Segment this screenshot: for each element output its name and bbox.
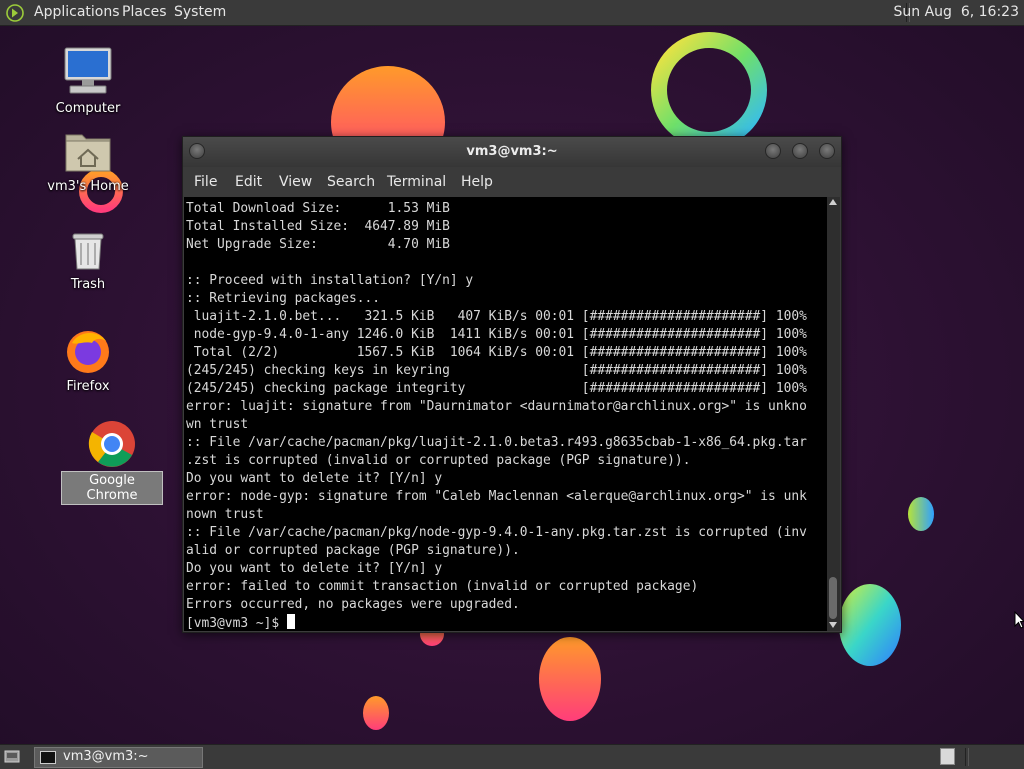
text-cursor	[286, 614, 295, 629]
menu-file[interactable]: File	[194, 174, 217, 190]
menu-view[interactable]: View	[279, 174, 312, 190]
scroll-up-arrow-icon[interactable]	[829, 199, 837, 205]
minimize-button[interactable]	[765, 143, 781, 159]
menu-terminal[interactable]: Terminal	[387, 174, 446, 190]
terminal-line: nown trust	[186, 507, 264, 522]
terminal-lines: Total Download Size: 1.53 MiB Total Inst…	[186, 201, 807, 612]
taskbar-item-label: vm3@vm3:~	[63, 749, 149, 764]
desktop-icon-label: Trash	[70, 277, 106, 292]
terminal-window[interactable]: vm3@vm3:~ File Edit View Search Terminal…	[182, 136, 842, 633]
terminal-line: luajit-2.1.0.bet... 321.5 KiB 407 KiB/s …	[186, 309, 807, 324]
desktop-icon-computer[interactable]: Computer	[38, 45, 138, 117]
places-menu[interactable]: Places	[122, 4, 167, 20]
terminal-line: .zst is corrupted (invalid or corrupted …	[186, 453, 691, 468]
panel-separator	[965, 748, 969, 766]
home-folder-icon	[65, 134, 111, 172]
window-title: vm3@vm3:~	[466, 144, 558, 159]
terminal-line: :: File /var/cache/pacman/pkg/luajit-2.1…	[186, 435, 807, 450]
terminal-line: :: Retrieving packages...	[186, 291, 381, 306]
terminal-line: Do you want to delete it? [Y/n] y	[186, 471, 443, 486]
scroll-thumb[interactable]	[829, 577, 837, 619]
desktop-icon-trash[interactable]: Trash	[38, 229, 138, 293]
terminal-line: error: luajit: signature from "Daurnimat…	[186, 399, 807, 414]
terminal-line: (245/245) checking keys in keyring [####…	[186, 363, 807, 378]
desktop-icon-label: Google Chrome	[61, 471, 163, 505]
terminal-line: Total Installed Size: 4647.89 MiB	[186, 219, 450, 234]
terminal-output: Total Download Size: 1.53 MiB Total Inst…	[184, 197, 827, 633]
terminal-line: Total Download Size: 1.53 MiB	[186, 201, 450, 216]
scroll-down-arrow-icon[interactable]	[829, 622, 837, 628]
terminal-line: Total (2/2) 1567.5 KiB 1064 KiB/s 00:01 …	[186, 345, 807, 360]
terminal-line: error: failed to commit transaction (inv…	[186, 579, 699, 594]
terminal-line: (245/245) checking package integrity [##…	[186, 381, 807, 396]
shell-prompt: [vm3@vm3 ~]$	[186, 616, 287, 631]
maximize-button[interactable]	[792, 143, 808, 159]
distro-logo-icon[interactable]	[6, 4, 24, 22]
close-button[interactable]	[819, 143, 835, 159]
desktop-icon-firefox[interactable]: Firefox	[38, 327, 138, 395]
computer-icon	[64, 47, 112, 94]
workspace-switcher[interactable]	[940, 748, 955, 765]
system-menu[interactable]: System	[174, 4, 226, 20]
taskbar-item-terminal[interactable]: vm3@vm3:~	[34, 747, 203, 768]
desktop-icon-home[interactable]: vm3's Home	[38, 127, 138, 195]
desktop-icon-label: Computer	[55, 101, 121, 116]
terminal-line: node-gyp-9.4.0-1-any 1246.0 KiB 1411 KiB…	[186, 327, 807, 342]
desktop-icon-label: vm3's Home	[47, 179, 129, 194]
terminal-line: wn trust	[186, 417, 249, 432]
top-panel: Applications Places System Sun Aug 6, 16…	[0, 0, 1024, 26]
terminal-scrollbar[interactable]	[827, 197, 840, 631]
terminal-line: Errors occurred, no packages were upgrad…	[186, 597, 520, 612]
menu-search[interactable]: Search	[327, 174, 375, 190]
menu-edit[interactable]: Edit	[235, 174, 262, 190]
desktop-icon-chrome[interactable]: Google Chrome	[61, 419, 163, 505]
menu-help[interactable]: Help	[461, 174, 493, 190]
terminal-line: error: node-gyp: signature from "Caleb M…	[186, 489, 807, 504]
desktop-icon-label: Firefox	[66, 379, 110, 394]
terminal-area[interactable]: Total Download Size: 1.53 MiB Total Inst…	[184, 197, 827, 631]
applications-menu[interactable]: Applications	[34, 4, 120, 20]
clock[interactable]: Sun Aug 6, 16:23	[894, 4, 1019, 20]
trash-icon	[72, 233, 104, 270]
terminal-line: :: Proceed with installation? [Y/n] y	[186, 273, 474, 288]
firefox-icon	[67, 331, 109, 373]
window-titlebar[interactable]: vm3@vm3:~	[183, 137, 841, 167]
terminal-menubar: File Edit View Search Terminal Help	[183, 167, 841, 197]
terminal-line: Net Upgrade Size: 4.70 MiB	[186, 237, 450, 252]
terminal-line: alid or corrupted package (PGP signature…	[186, 543, 520, 558]
mouse-pointer-icon	[1014, 611, 1024, 629]
terminal-icon	[40, 751, 56, 764]
show-desktop-icon[interactable]	[4, 749, 20, 764]
terminal-line: :: File /var/cache/pacman/pkg/node-gyp-9…	[186, 525, 807, 540]
terminal-line: Do you want to delete it? [Y/n] y	[186, 561, 443, 576]
chrome-icon	[88, 421, 135, 467]
bottom-panel: vm3@vm3:~	[0, 744, 1024, 769]
